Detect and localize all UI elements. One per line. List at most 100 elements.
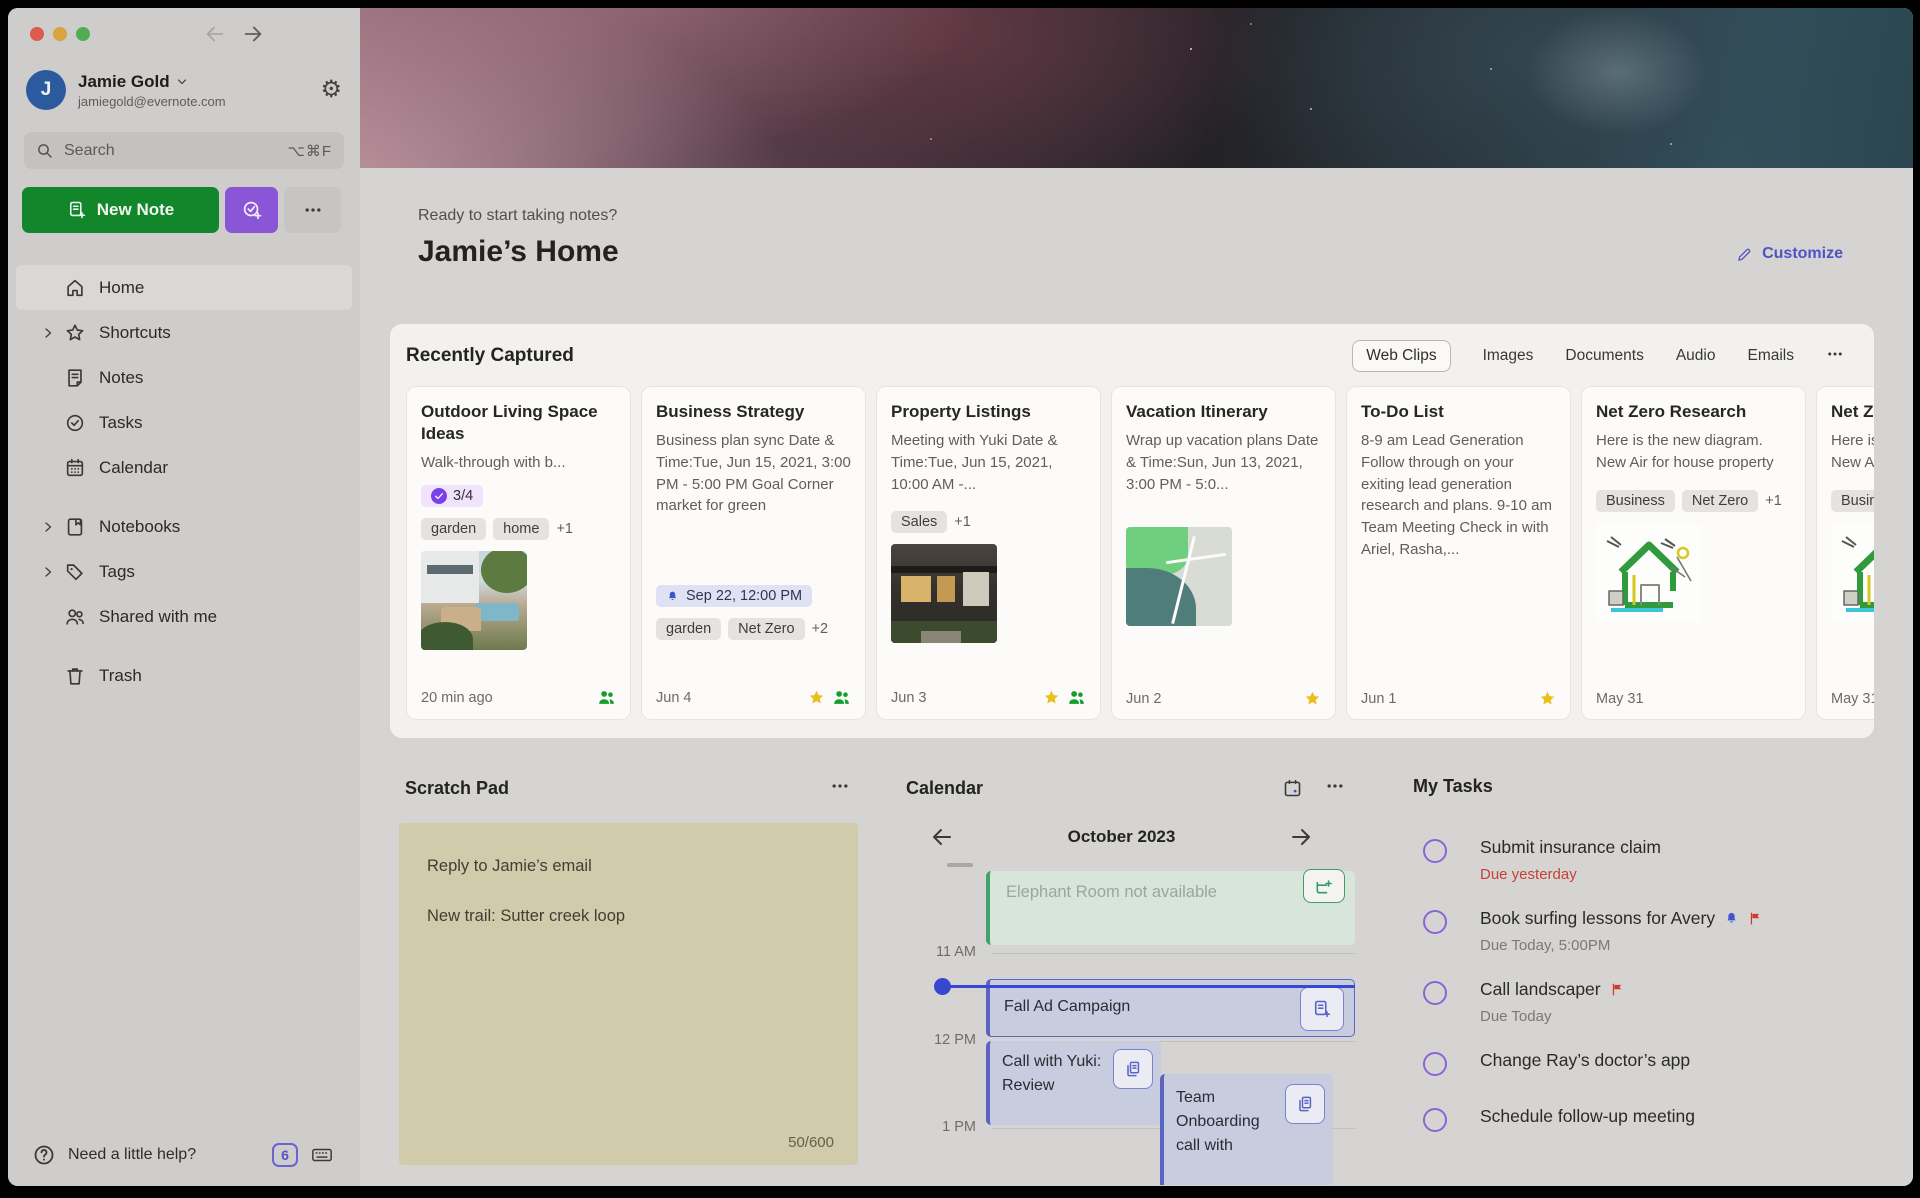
task-checkbox[interactable]	[1423, 839, 1447, 863]
task-due-date: Due Today, 5:00PM	[1480, 937, 1763, 954]
more-tags-count: +1	[556, 521, 573, 537]
calendar-event[interactable]: Team Onboarding call with	[1160, 1074, 1333, 1185]
people-icon	[64, 606, 86, 628]
chevron-right-icon[interactable]	[42, 327, 54, 339]
app-window: J Jamie Gold jamiegold@evernote.com ⚙ Se…	[8, 8, 1913, 1186]
open-event-note-button[interactable]	[1113, 1049, 1153, 1089]
scratch-pad-menu-button[interactable]	[830, 776, 850, 801]
create-event-note-button[interactable]	[1300, 987, 1344, 1031]
calendar-icon	[64, 457, 86, 479]
greeting-text: Ready to start taking notes?	[418, 207, 619, 225]
tabs-more-button[interactable]	[1826, 345, 1844, 368]
sidebar-item-tags[interactable]: Tags	[16, 549, 352, 594]
task-checkbox[interactable]	[1423, 1108, 1447, 1132]
sidebar-item-home[interactable]: Home	[16, 265, 352, 310]
tag-pill[interactable]: Business	[1831, 490, 1874, 512]
tag-pill[interactable]: home	[493, 518, 549, 540]
add-event-note-button[interactable]	[1303, 869, 1345, 903]
new-note-button[interactable]: New Note	[22, 187, 219, 233]
sidebar-item-calendar[interactable]: Calendar	[16, 445, 352, 490]
note-card[interactable]: Outdoor Living Space Ideas Walk-through …	[406, 386, 631, 720]
new-task-button[interactable]	[225, 187, 278, 233]
bell-icon	[666, 590, 679, 603]
task-checkbox[interactable]	[1423, 1052, 1447, 1076]
note-card[interactable]: Vacation Itinerary Wrap up vacation plan…	[1111, 386, 1336, 720]
clipped-hour-label	[947, 863, 973, 867]
minimize-window-button[interactable]	[53, 27, 67, 41]
note-card[interactable]: Property Listings Meeting with Yuki Date…	[876, 386, 1101, 720]
starred-icon	[1539, 690, 1556, 707]
tag-pill[interactable]: Net Zero	[728, 618, 804, 640]
tab-audio[interactable]: Audio	[1676, 347, 1716, 365]
tag-icon	[64, 561, 86, 583]
tag-pill[interactable]: Business	[1596, 490, 1675, 512]
task-row: Change Ray’s doctor’s app	[1407, 1050, 1895, 1076]
customize-button[interactable]: Customize	[1736, 245, 1843, 263]
zoom-window-button[interactable]	[76, 27, 90, 41]
tag-pill[interactable]: garden	[421, 518, 486, 540]
ellipsis-icon	[303, 200, 323, 220]
help-label[interactable]: Need a little help?	[68, 1146, 196, 1164]
question-circle-icon[interactable]	[32, 1143, 56, 1167]
pencil-icon	[1736, 246, 1753, 263]
sidebar-item-tasks[interactable]: Tasks	[16, 400, 352, 445]
note-card[interactable]: Net Zero Research Here is the new diagra…	[1581, 386, 1806, 720]
chevron-right-icon[interactable]	[42, 566, 54, 578]
calendar-menu-button[interactable]	[1325, 776, 1345, 801]
next-month-icon[interactable]	[1289, 825, 1313, 849]
note-card[interactable]: Net Zero Research Here is the new diagra…	[1816, 386, 1874, 720]
search-input[interactable]: Search ⌥⌘F	[24, 132, 344, 169]
task-plus-icon	[241, 199, 263, 221]
calendar-event[interactable]: Call with Yuki: Review	[986, 1041, 1161, 1125]
task-checkbox[interactable]	[1423, 981, 1447, 1005]
sidebar-item-notebooks[interactable]: Notebooks	[16, 504, 352, 549]
tab-emails[interactable]: Emails	[1747, 347, 1794, 365]
sidebar-item-shortcuts[interactable]: Shortcuts	[16, 310, 352, 355]
open-event-note-button[interactable]	[1285, 1084, 1325, 1124]
scratch-pad-textarea[interactable]: Reply to Jamie’s email New trail: Sutter…	[399, 823, 858, 1165]
close-window-button[interactable]	[30, 27, 44, 41]
task-progress-badge: 3/4	[421, 485, 483, 507]
tag-pill[interactable]: garden	[656, 618, 721, 640]
recently-captured-title: Recently Captured	[406, 345, 574, 367]
tab-documents[interactable]: Documents	[1565, 347, 1643, 365]
starred-icon	[1043, 689, 1060, 706]
chevron-right-icon[interactable]	[42, 521, 54, 533]
tag-pill[interactable]: Net Zero	[1682, 490, 1758, 512]
sidebar-item-notes[interactable]: Notes	[16, 355, 352, 400]
settings-gear-icon[interactable]: ⚙	[320, 78, 342, 102]
character-counter: 50/600	[788, 1134, 834, 1151]
shared-icon	[597, 688, 616, 707]
reminder-bell-icon	[1724, 911, 1739, 926]
my-tasks-widget: My Tasks Submit insurance claim Due yest…	[1407, 766, 1895, 1157]
task-due-date: Due yesterday	[1480, 866, 1661, 883]
search-icon	[36, 142, 54, 160]
calendar-timeline[interactable]: 11 AM 12 PM 1 PM Elephant Room not avail…	[900, 863, 1355, 1185]
nav-forward-icon[interactable]	[242, 23, 264, 45]
keyboard-icon[interactable]	[308, 1144, 336, 1166]
nav-back-icon[interactable]	[204, 23, 226, 45]
sidebar-item-trash[interactable]: Trash	[16, 653, 352, 698]
scratch-pad-title: Scratch Pad	[405, 778, 509, 799]
task-checkbox[interactable]	[1423, 910, 1447, 934]
sidebar-item-shared-with-me[interactable]: Shared with me	[16, 594, 352, 639]
calendar-event-unavailable[interactable]: Elephant Room not available	[986, 871, 1355, 945]
tab-images[interactable]: Images	[1483, 347, 1534, 365]
help-badge[interactable]: 6	[272, 1143, 298, 1167]
task-row: Call landscaper Due Today	[1407, 979, 1895, 1025]
tab-web-clips[interactable]: Web Clips	[1352, 340, 1450, 372]
account-menu[interactable]: J Jamie Gold jamiegold@evernote.com ⚙	[8, 60, 360, 110]
go-to-today-icon[interactable]	[1282, 778, 1303, 799]
tag-pill[interactable]: Sales	[891, 511, 947, 533]
calendar-widget-title: Calendar	[906, 778, 983, 799]
more-create-options-button[interactable]	[284, 187, 341, 233]
calendar-month-label: October 2023	[954, 827, 1289, 847]
task-row: Submit insurance claim Due yesterday	[1407, 837, 1895, 883]
note-card[interactable]: To-Do List 8-9 am Lead Generation Follow…	[1346, 386, 1571, 720]
copy-note-icon	[1295, 1094, 1315, 1114]
note-card[interactable]: Business Strategy Business plan sync Dat…	[641, 386, 866, 720]
capture-filter-tabs: Web Clips Images Documents Audio Emails	[1352, 340, 1844, 372]
user-name: Jamie Gold	[78, 72, 170, 92]
recently-captured-panel: Recently Captured Web Clips Images Docum…	[390, 324, 1874, 738]
previous-month-icon[interactable]	[930, 825, 954, 849]
